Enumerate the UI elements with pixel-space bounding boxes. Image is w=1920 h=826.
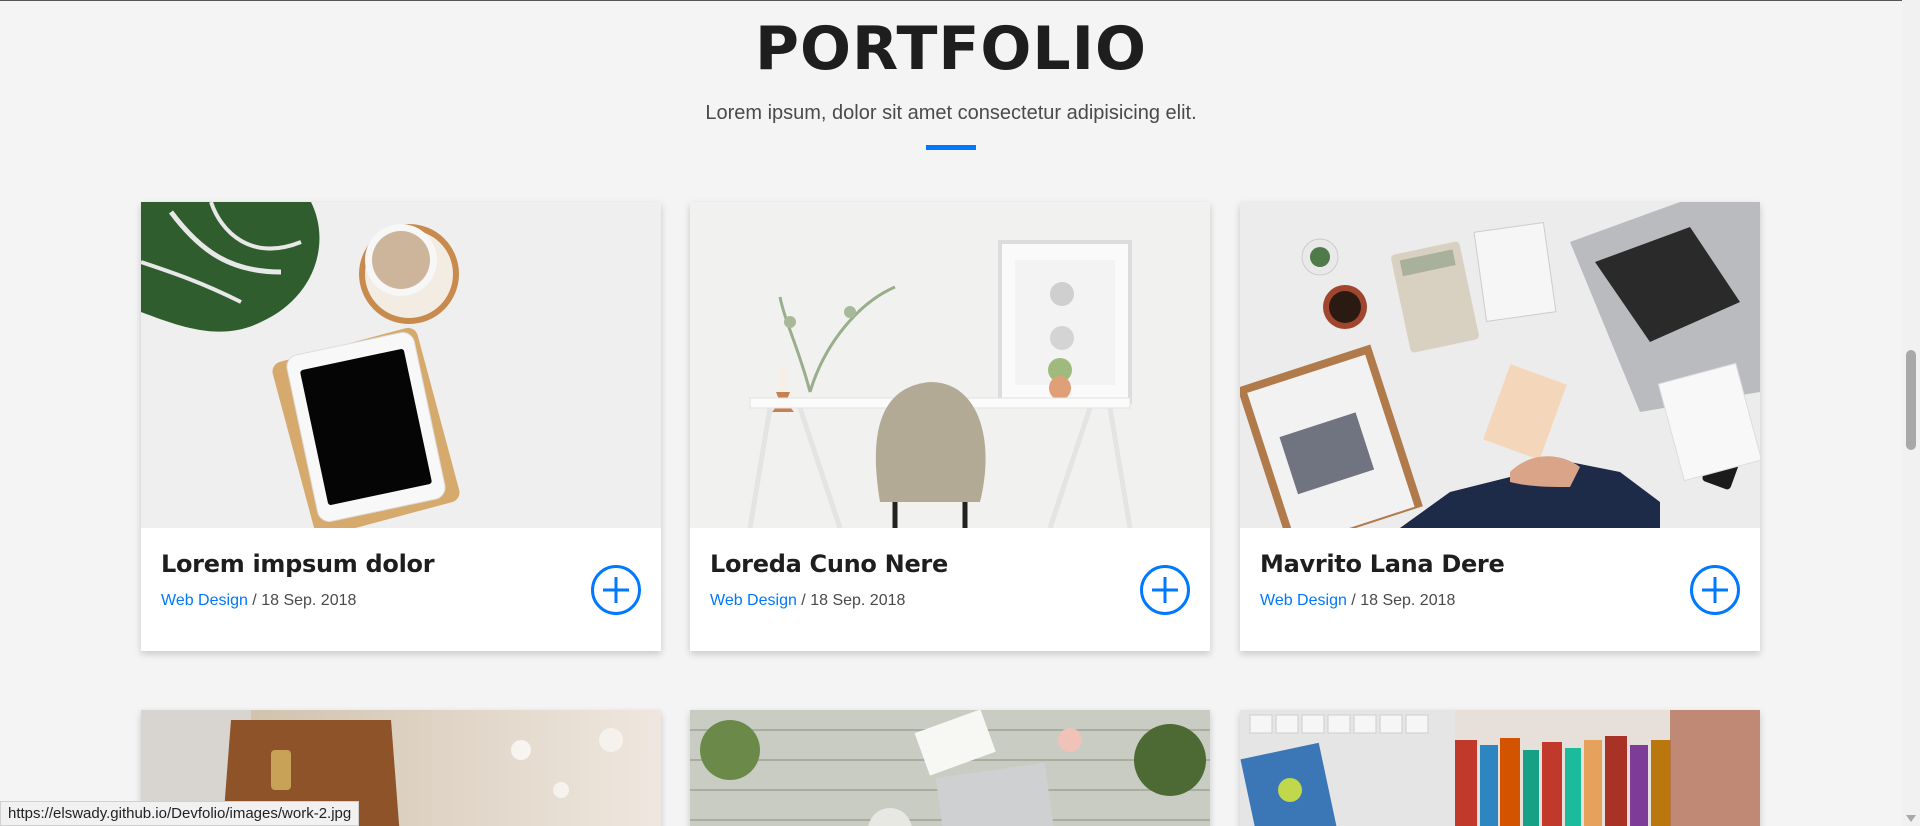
- plus-circle-icon[interactable]: [1140, 565, 1190, 615]
- scrollbar-thumb[interactable]: [1906, 350, 1916, 450]
- card-image-business-desk-laptop[interactable]: [1240, 202, 1760, 528]
- card-category[interactable]: Web Design: [161, 592, 248, 609]
- status-url: https://elswady.github.io/Devfolio/image…: [8, 805, 352, 822]
- portfolio-card-3[interactable]: Mavrito Lana Dere Web Design / 18 Sep. 2…: [1240, 202, 1760, 651]
- card-category[interactable]: Web Design: [710, 592, 797, 609]
- card-image-white-desk-chair[interactable]: [690, 202, 1210, 528]
- card-category[interactable]: Web Design: [1260, 592, 1347, 609]
- card-meta: Web Design / 18 Sep. 2018: [161, 592, 641, 610]
- scroll-down-arrow-icon[interactable]: [1906, 815, 1916, 822]
- plus-circle-icon[interactable]: [1690, 565, 1740, 615]
- portfolio-card-6[interactable]: [1240, 710, 1760, 826]
- title-underline: [926, 145, 976, 150]
- plus-circle-icon[interactable]: [591, 565, 641, 615]
- section-subtitle: Lorem ipsum, dolor sit amet consectetur …: [705, 102, 1197, 124]
- card-date: 18 Sep. 2018: [810, 592, 906, 609]
- section-title: PORTFOLIO: [755, 14, 1147, 84]
- portfolio-card-1[interactable]: Lorem impsum dolor Web Design / 18 Sep. …: [141, 202, 661, 651]
- card-date: 18 Sep. 2018: [261, 592, 357, 609]
- card-date: 18 Sep. 2018: [1360, 592, 1456, 609]
- card-title[interactable]: Loreda Cuno Nere: [710, 550, 1190, 578]
- card-meta: Web Design / 18 Sep. 2018: [710, 592, 1190, 610]
- meta-separator: /: [247, 592, 262, 609]
- card-title[interactable]: Mavrito Lana Dere: [1260, 550, 1740, 578]
- card-body: Lorem impsum dolor Web Design / 18 Sep. …: [141, 528, 661, 651]
- card-body: Loreda Cuno Nere Web Design / 18 Sep. 20…: [690, 528, 1210, 651]
- portfolio-card-2[interactable]: Loreda Cuno Nere Web Design / 18 Sep. 20…: [690, 202, 1210, 651]
- meta-separator: /: [796, 592, 811, 609]
- card-image-keyboard-books[interactable]: [1240, 710, 1760, 826]
- meta-separator: /: [1346, 592, 1361, 609]
- card-meta: Web Design / 18 Sep. 2018: [1260, 592, 1740, 610]
- card-body: Mavrito Lana Dere Web Design / 18 Sep. 2…: [1240, 528, 1760, 651]
- browser-status-bar: https://elswady.github.io/Devfolio/image…: [0, 801, 360, 826]
- card-image-plant-tablet-coffee[interactable]: [141, 202, 661, 528]
- portfolio-section: PORTFOLIO Lorem ipsum, dolor sit amet co…: [0, 0, 1902, 826]
- card-image-flowers-desk-laptop[interactable]: [690, 710, 1210, 826]
- section-header: PORTFOLIO Lorem ipsum, dolor sit amet co…: [0, 14, 1902, 150]
- vertical-scrollbar[interactable]: [1902, 0, 1920, 826]
- portfolio-card-5[interactable]: [690, 710, 1210, 826]
- card-title[interactable]: Lorem impsum dolor: [161, 550, 641, 578]
